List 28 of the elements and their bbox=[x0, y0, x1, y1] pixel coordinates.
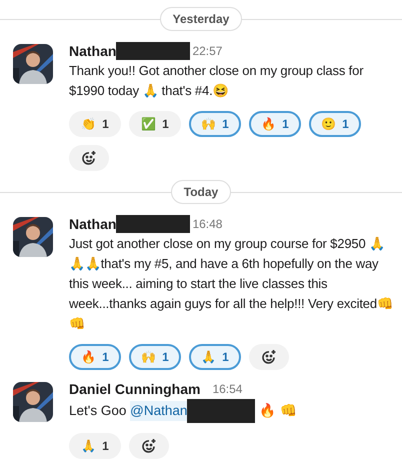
author-name[interactable]: Nathan bbox=[69, 215, 116, 233]
message-time[interactable]: 16:48 bbox=[192, 215, 222, 233]
author-name[interactable]: Daniel Cunningham bbox=[69, 380, 200, 398]
message-text: Thank you!! Got another close on my group class for $1990 today 🙏 that's #4.😆 bbox=[69, 62, 364, 100]
message-time[interactable]: 16:54 bbox=[212, 380, 242, 398]
add-reaction-button[interactable] bbox=[69, 145, 109, 171]
reaction-chip[interactable]: ✅ 1 bbox=[129, 111, 181, 137]
date-divider-label[interactable]: Yesterday bbox=[160, 7, 242, 31]
add-emoji-icon bbox=[141, 438, 157, 454]
add-reaction-button[interactable] bbox=[249, 344, 289, 370]
message-text: Just got another close on my group course for $2950 🙏🙏🙏that's my #5, and have a 6th hopefully on the way this week... aiming to start the live classes this week...thanks again guys for all the help!!! Very excited👊👊 bbox=[69, 235, 394, 333]
message-text: Let's Goo bbox=[69, 402, 128, 420]
reaction-chip[interactable]: 🙏 1 bbox=[189, 344, 241, 370]
reaction-chip[interactable]: 🔥 1 bbox=[69, 344, 121, 370]
reaction-chip[interactable]: 🙏 1 bbox=[69, 433, 121, 459]
message-emoji: 🔥 👊 bbox=[258, 402, 297, 420]
add-emoji-icon bbox=[81, 150, 97, 166]
author-name[interactable]: Nathan bbox=[69, 42, 116, 60]
reaction-chip[interactable]: 🔥 1 bbox=[249, 111, 301, 137]
reaction-chip[interactable]: 🙌 1 bbox=[189, 111, 241, 137]
reaction-chip[interactable]: 🙂 1 bbox=[309, 111, 361, 137]
reaction-chip[interactable]: 👏 1 bbox=[69, 111, 121, 137]
reaction-chip[interactable]: 🙌 1 bbox=[129, 344, 181, 370]
user-mention[interactable]: @Nathan bbox=[130, 401, 188, 421]
add-reaction-button[interactable] bbox=[129, 433, 169, 459]
message-time[interactable]: 22:57 bbox=[192, 42, 222, 60]
date-divider-label[interactable]: Today bbox=[170, 180, 232, 204]
add-emoji-icon bbox=[261, 349, 277, 365]
